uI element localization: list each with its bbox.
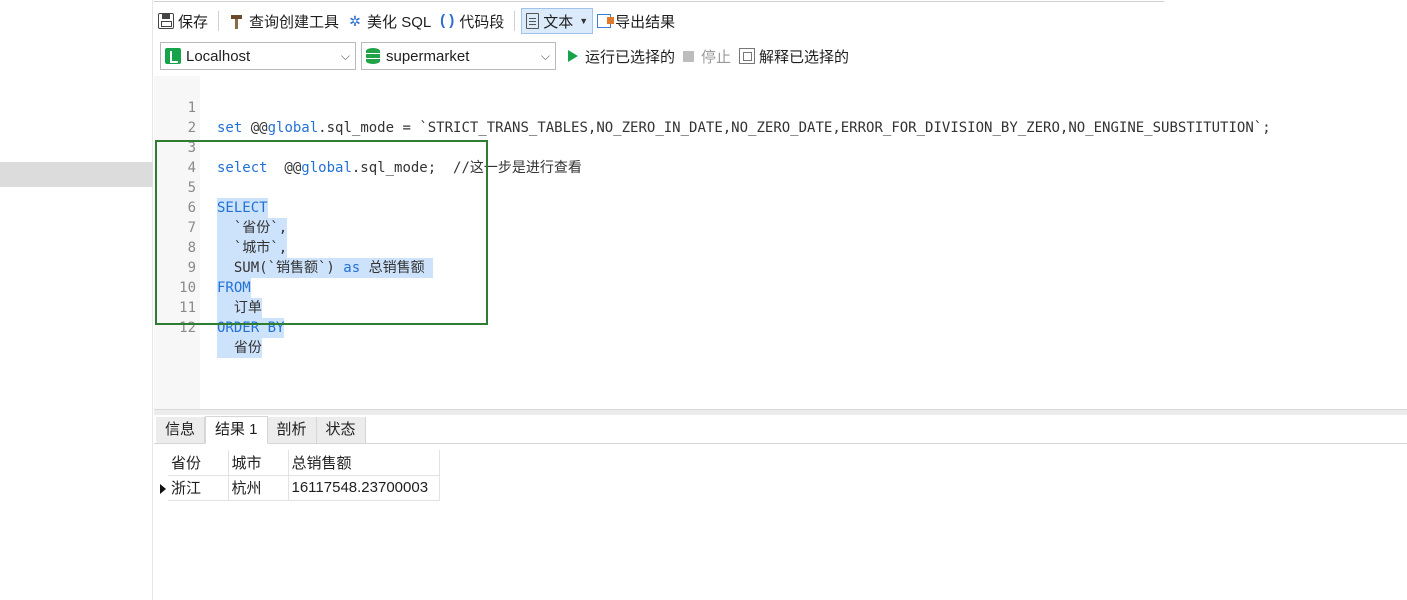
object-tree-panel <box>0 0 153 600</box>
selection-highlight-box <box>155 140 488 325</box>
column-header[interactable]: 省份 <box>168 450 229 476</box>
chevron-down-icon: ⌵ <box>540 49 550 63</box>
code-line: 1 set @@global.sql_mode = `STRICT_TRANS_… <box>154 78 1407 136</box>
text-mode-label: 文本 <box>543 13 574 31</box>
code-line: 2 <box>154 98 1407 136</box>
pane-splitter[interactable] <box>154 409 1407 415</box>
toolbar-separator <box>218 11 220 31</box>
connection-icon <box>165 48 181 64</box>
navicat-query-window: 保存 查询创建工具 ✲ 美化 SQL ( ) 代码段 文本 ▼ 导出结果 Loc… <box>0 0 1407 600</box>
document-icon <box>526 13 540 29</box>
code-line: 3 select @@global.sql_mode; //这一步是进行查看 <box>154 118 1407 176</box>
grid-cell[interactable]: 16117548.23700003 <box>288 475 440 501</box>
query-builder-button[interactable]: 查询创建工具 <box>225 8 343 34</box>
tab-result-1[interactable]: 结果 1 <box>205 416 268 444</box>
dropdown-arrow-icon[interactable]: ▼ <box>579 16 588 26</box>
magic-wand-icon: ✲ <box>349 13 361 29</box>
explain-selected-label: 解释已选择的 <box>759 48 850 66</box>
chevron-down-icon: ⌵ <box>340 49 350 63</box>
result-tabs: 信息 结果 1 剖析 状态 <box>154 416 1407 444</box>
connection-value: Localhost <box>186 47 251 65</box>
text-mode-toggle[interactable]: 文本 ▼ <box>521 8 594 34</box>
code-snippet-icon: ( ) <box>440 12 455 29</box>
stop-label: 停止 <box>701 48 732 66</box>
tab-status[interactable]: 状态 <box>316 417 366 443</box>
database-icon <box>366 48 380 64</box>
tab-info[interactable]: 信息 <box>156 417 206 443</box>
explain-selected-button[interactable]: 解释已选择的 <box>735 46 853 67</box>
run-selected-button[interactable]: 运行已选择的 <box>564 46 679 67</box>
result-grid: 省份 城市 总销售额 浙江 杭州 16117548.23700003 <box>160 450 440 501</box>
database-value: supermarket <box>386 47 470 65</box>
explain-icon <box>739 48 756 64</box>
grid-header-row: 省份 城市 总销售额 <box>168 450 440 476</box>
query-toolbar: 保存 查询创建工具 ✲ 美化 SQL ( ) 代码段 文本 ▼ 导出结果 <box>154 6 1407 36</box>
export-results-label: 导出结果 <box>615 13 676 31</box>
save-button[interactable]: 保存 <box>154 8 212 34</box>
grid-cell[interactable]: 杭州 <box>228 475 289 501</box>
code-snippet-label: 代码段 <box>459 13 505 31</box>
column-header[interactable]: 总销售额 <box>288 450 440 476</box>
run-selected-label: 运行已选择的 <box>585 48 676 66</box>
stop-icon <box>683 50 695 62</box>
connection-select[interactable]: Localhost ⌵ <box>160 42 356 70</box>
grid-cell[interactable]: 浙江 <box>160 475 229 501</box>
sql-editor[interactable]: 1 set @@global.sql_mode = `STRICT_TRANS_… <box>154 76 1407 409</box>
column-header[interactable]: 城市 <box>228 450 289 476</box>
table-row[interactable]: 浙江 杭州 16117548.23700003 <box>160 475 440 501</box>
stop-button[interactable]: 停止 <box>679 46 735 67</box>
connection-toolbar: Localhost ⌵ supermarket ⌵ 运行已选择的 停止 解释已选… <box>154 41 1407 71</box>
export-icon <box>597 14 615 28</box>
beautify-sql-label: 美化 SQL <box>367 13 432 31</box>
code-snippet-button[interactable]: ( ) 代码段 <box>435 8 508 34</box>
tab-profile[interactable]: 剖析 <box>267 417 317 443</box>
code-text: 省份 <box>217 338 262 358</box>
save-icon <box>158 13 174 29</box>
query-builder-label: 查询创建工具 <box>249 13 340 31</box>
save-label: 保存 <box>178 13 209 31</box>
current-row-icon <box>160 483 166 494</box>
export-results-button[interactable]: 导出结果 <box>593 8 679 34</box>
database-select[interactable]: supermarket ⌵ <box>361 42 556 70</box>
top-divider <box>154 0 1164 2</box>
query-editor-area: 保存 查询创建工具 ✲ 美化 SQL ( ) 代码段 文本 ▼ 导出结果 Loc… <box>154 0 1407 600</box>
play-icon <box>568 50 578 62</box>
hammer-icon <box>229 13 245 29</box>
beautify-sql-button[interactable]: ✲ 美化 SQL <box>343 8 435 34</box>
selected-tree-item[interactable] <box>0 162 153 187</box>
toolbar-separator <box>514 11 516 31</box>
cell-text: 浙江 <box>171 480 202 497</box>
